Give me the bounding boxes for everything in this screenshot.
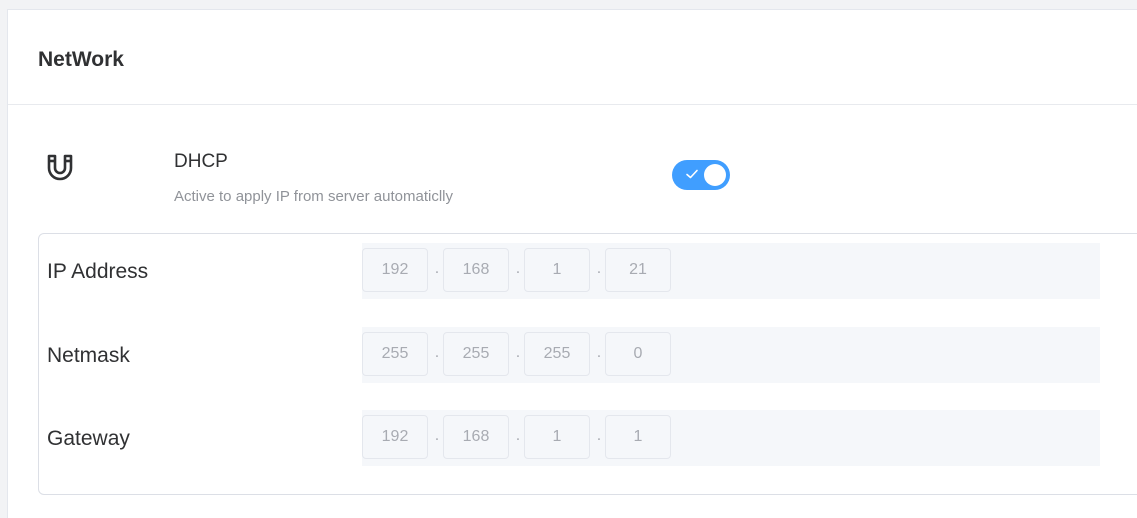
ip-address-octet-1[interactable]: 192 bbox=[362, 248, 428, 292]
octet-separator: . bbox=[434, 344, 440, 361]
octet-separator: . bbox=[515, 260, 521, 277]
dhcp-toggle[interactable] bbox=[672, 160, 730, 190]
octet-separator: . bbox=[434, 427, 440, 444]
gateway-label: Gateway bbox=[47, 427, 130, 450]
netmask-octet-1[interactable]: 255 bbox=[362, 332, 428, 376]
octet-separator: . bbox=[596, 344, 602, 361]
ip-address-octet-3[interactable]: 1 bbox=[524, 248, 590, 292]
toggle-knob bbox=[704, 164, 726, 186]
check-icon bbox=[686, 169, 698, 179]
ip-address-octet-4[interactable]: 21 bbox=[605, 248, 671, 292]
netmask-octet-4[interactable]: 0 bbox=[605, 332, 671, 376]
page-background-left bbox=[0, 9, 7, 518]
octet-separator: . bbox=[596, 260, 602, 277]
magnet-icon bbox=[47, 154, 73, 181]
gateway-octet-4[interactable]: 1 bbox=[605, 415, 671, 459]
netmask-octet-3[interactable]: 255 bbox=[524, 332, 590, 376]
netmask-octet-2[interactable]: 255 bbox=[443, 332, 509, 376]
network-card: NetWork DHCP Active to apply IP from ser… bbox=[7, 9, 1137, 518]
card-title: NetWork bbox=[38, 48, 124, 71]
ip-address-label: IP Address bbox=[47, 260, 149, 283]
netmask-input: 255 . 255 . 255 . 0 bbox=[362, 327, 1100, 383]
ip-address-input: 192 . 168 . 1 . 21 bbox=[362, 243, 1100, 299]
dhcp-title: DHCP bbox=[174, 151, 228, 172]
gateway-octet-2[interactable]: 168 bbox=[443, 415, 509, 459]
octet-separator: . bbox=[596, 427, 602, 444]
dhcp-description: Active to apply IP from server automatic… bbox=[174, 188, 453, 205]
gateway-octet-3[interactable]: 1 bbox=[524, 415, 590, 459]
page-background-top bbox=[0, 0, 1137, 9]
ip-address-octet-2[interactable]: 168 bbox=[443, 248, 509, 292]
octet-separator: . bbox=[434, 260, 440, 277]
octet-separator: . bbox=[515, 427, 521, 444]
gateway-input: 192 . 168 . 1 . 1 bbox=[362, 410, 1100, 466]
netmask-label: Netmask bbox=[47, 344, 130, 367]
gateway-octet-1[interactable]: 192 bbox=[362, 415, 428, 459]
card-header: NetWork bbox=[8, 10, 1137, 105]
octet-separator: . bbox=[515, 344, 521, 361]
